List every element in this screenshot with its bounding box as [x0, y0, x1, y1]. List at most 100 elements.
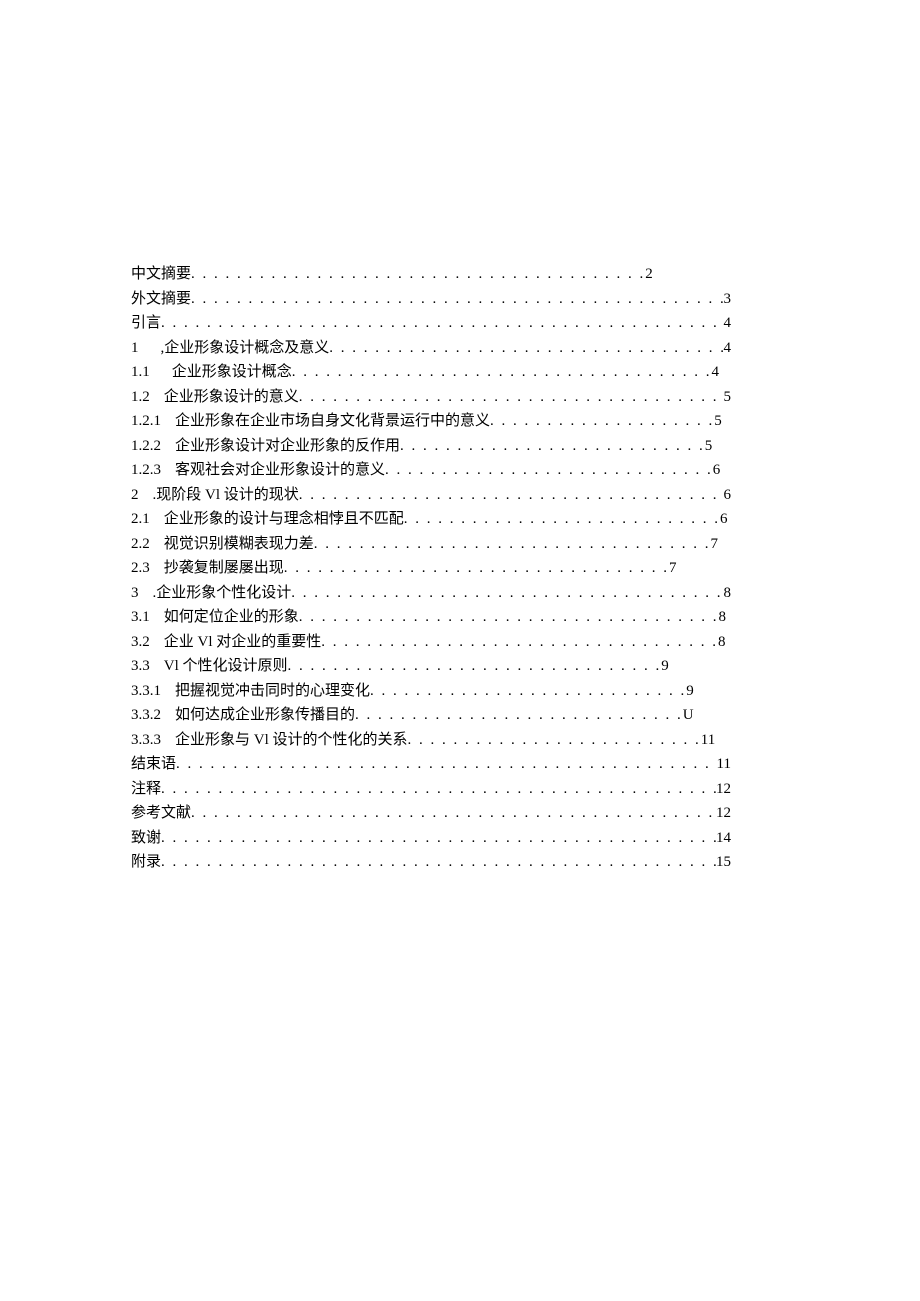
toc-entry-title: 把握视觉冲击同时的心理变化 [175, 679, 370, 703]
toc-entry: 1.2.3 客观社会对企业形象设计的意义 . . . . . . . . . . … [131, 458, 731, 482]
toc-entry-page: 7 [669, 556, 677, 580]
toc-entry: 结束语. . . . . . . . . . . . . . . . . . .… [131, 752, 731, 776]
toc-entry-number: 3.3.3 [131, 728, 161, 752]
toc-entry-title: 外文摘要 [131, 287, 191, 311]
toc-entry: 3.企业形象个性化设计 . . . . . . . . . . . . . . … [131, 581, 731, 605]
toc-entry-title: .企业形象个性化设计 [153, 581, 292, 605]
toc-leader-dots: . . . . . . . . . . . . . . . . . . . . … [284, 556, 669, 580]
toc-entry-title: 企业形象设计对企业形象的反作用 [175, 434, 400, 458]
toc-entry-page: 9 [661, 654, 669, 678]
toc-entry: 3.3.2如何达成企业形象传播目的 . . . . . . . . . . . … [131, 703, 731, 727]
toc-entry-number: 2 [131, 483, 139, 507]
toc-entry-page: 5 [714, 409, 722, 433]
toc-entry-number: 1 [131, 336, 139, 360]
toc-entry: 3.3.3 企业形象与 Vl 设计的个性化的关系 . . . . . . . . … [131, 728, 731, 752]
toc-entry-number: 3 [131, 581, 139, 605]
toc-entry-page: 5 [724, 385, 732, 409]
toc-leader-dots: . . . . . . . . . . . . . . . . . . . . … [299, 483, 724, 507]
toc-entry-page: 7 [711, 532, 719, 556]
toc-leader-dots: . . . . . . . . . . . . . . . . . . . . … [161, 850, 716, 874]
toc-entry: 1 ,企业形象设计概念及意义 . . . . . . . . . . . . . … [131, 336, 731, 360]
toc-entry: 3.2企业 Vl 对企业的重要性 . . . . . . . . . . . .… [131, 630, 731, 654]
toc-entry: 2 .现阶段 Vl 设计的现状 . . . . . . . . . . . . .… [131, 483, 731, 507]
toc-entry-page: 8 [719, 605, 727, 629]
toc-leader-dots: . . . . . . . . . . . . . . . . . . . . … [299, 605, 719, 629]
table-of-contents: 中文摘要 . . . . . . . . . . . . . . . . . .… [131, 262, 731, 874]
toc-entry-title: 如何定位企业的形象 [164, 605, 299, 629]
toc-entry-page: 3 [724, 287, 732, 311]
toc-leader-dots: . . . . . . . . . . . . . . . . . . . . … [161, 311, 723, 335]
toc-entry: 3.3.1 把握视觉冲击同时的心理变化 . . . . . . . . . . .… [131, 679, 731, 703]
toc-leader-dots: . . . . . . . . . . . . . . . . . . . . … [176, 752, 717, 776]
toc-entry-title: 企业形象的设计与理念相悖且不匹配 [164, 507, 404, 531]
toc-leader-dots: . . . . . . . . . . . . . . . . . . . . … [191, 287, 723, 311]
toc-entry-page: 5 [705, 434, 713, 458]
toc-entry-title: 引言 [131, 311, 161, 335]
toc-entry-number: 3.3.1 [131, 679, 161, 703]
toc-leader-dots: . . . . . . . . . . . . . . . . . . . . … [292, 360, 712, 384]
toc-entry-number: 3.2 [131, 630, 150, 654]
toc-entry-title: 客观社会对企业形象设计的意义 [175, 458, 385, 482]
toc-leader-dots: . . . . . . . . . . . . . . . . . . . . … [161, 826, 716, 850]
toc-entry-page: 4 [712, 360, 720, 384]
toc-leader-dots: . . . . . . . . . . . . . . . . . . . . … [321, 630, 718, 654]
toc-entry: 1.1企业形象设计概念 . . . . . . . . . . . . . . … [131, 360, 731, 384]
toc-entry-number: 2.2 [131, 532, 150, 556]
toc-leader-dots: . . . . . . . . . . . . . . . . . . . . … [288, 654, 662, 678]
toc-entry: 2.2 视觉识别模糊表现力差 . . . . . . . . . . . . . … [131, 532, 731, 556]
toc-entry: 3.1 如何定位企业的形象 . . . . . . . . . . . . . .… [131, 605, 731, 629]
toc-leader-dots: . . . . . . . . . . . . . . . . . . . . … [385, 458, 713, 482]
toc-leader-dots: . . . . . . . . . . . . . . . . . . . . … [161, 777, 716, 801]
toc-entry-page: 6 [724, 483, 732, 507]
toc-leader-dots: . . . . . . . . . . . . . . . . . . . . … [370, 679, 686, 703]
toc-entry-page: U [683, 703, 694, 727]
toc-entry-title: 结束语 [131, 752, 176, 776]
toc-entry-number: 2.3 [131, 556, 150, 580]
toc-entry-number: 3.3.2 [131, 703, 161, 727]
toc-leader-dots: . . . . . . . . . . . . . . . . . . . . … [408, 728, 701, 752]
toc-entry-number: 3.1 [131, 605, 150, 629]
toc-entry-title: 企业形象与 Vl 设计的个性化的关系 [175, 728, 408, 752]
toc-entry-page: 4 [724, 336, 732, 360]
toc-entry-title: 附录 [131, 850, 161, 874]
toc-leader-dots: . . . . . . . . . . . . . . . . . . . . … [191, 262, 645, 286]
toc-entry: 1.2企业形象设计的意义 . . . . . . . . . . . . . .… [131, 385, 731, 409]
toc-entry-title: 如何达成企业形象传播目的 [175, 703, 355, 727]
toc-entry-title: ,企业形象设计概念及意义 [161, 336, 330, 360]
toc-entry-page: 2 [645, 262, 653, 286]
toc-entry-title: 注释 [131, 777, 161, 801]
toc-entry: 中文摘要 . . . . . . . . . . . . . . . . . .… [131, 262, 731, 286]
toc-entry-page: 8 [718, 630, 726, 654]
toc-entry-number: 1.1 [131, 360, 150, 384]
toc-entry: 引言. . . . . . . . . . . . . . . . . . . … [131, 311, 731, 335]
toc-entry-page: 4 [724, 311, 732, 335]
toc-entry: 致谢. . . . . . . . . . . . . . . . . . . … [131, 826, 731, 850]
toc-entry-page: 12 [716, 801, 731, 825]
toc-entry-page: 6 [720, 507, 728, 531]
toc-entry: 1.2.2企业形象设计对企业形象的反作用 . . . . . . . . . .… [131, 434, 731, 458]
toc-leader-dots: . . . . . . . . . . . . . . . . . . . . … [404, 507, 720, 531]
toc-entry-page: 6 [713, 458, 721, 482]
toc-entry-number: 1.2 [131, 385, 150, 409]
toc-entry-title: 视觉识别模糊表现力差 [164, 532, 314, 556]
toc-entry-number: 2.1 [131, 507, 150, 531]
toc-entry-title: 抄袭复制屡屡出现 [164, 556, 284, 580]
toc-entry-number: 1.2.1 [131, 409, 161, 433]
toc-entry: 参考文献. . . . . . . . . . . . . . . . . . … [131, 801, 731, 825]
toc-entry: 2.3 抄袭复制屡屡出现. . . . . . . . . . . . . . .… [131, 556, 731, 580]
toc-leader-dots: . . . . . . . . . . . . . . . . . . . . [490, 409, 714, 433]
toc-leader-dots: . . . . . . . . . . . . . . . . . . . . … [191, 801, 716, 825]
toc-entry-page: 9 [686, 679, 694, 703]
toc-entry-title: 参考文献 [131, 801, 191, 825]
toc-entry-page: 15 [716, 850, 731, 874]
toc-entry: 附录. . . . . . . . . . . . . . . . . . . … [131, 850, 731, 874]
toc-entry-title: .现阶段 Vl 设计的现状 [153, 483, 299, 507]
toc-entry-number: 3.3 [131, 654, 150, 678]
toc-entry-number: 1.2.3 [131, 458, 161, 482]
toc-entry-page: 12 [716, 777, 731, 801]
toc-entry-title: Vl 个性化设计原则 [164, 654, 288, 678]
toc-entry-page: 11 [701, 728, 715, 752]
toc-entry-page: 11 [717, 752, 731, 776]
toc-leader-dots: . . . . . . . . . . . . . . . . . . . . … [329, 336, 723, 360]
toc-leader-dots: . . . . . . . . . . . . . . . . . . . . … [314, 532, 711, 556]
